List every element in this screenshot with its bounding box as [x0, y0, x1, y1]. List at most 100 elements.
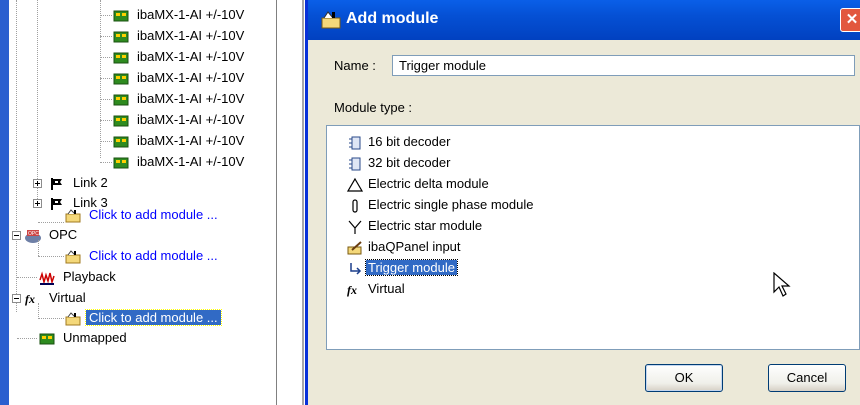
delta-icon — [347, 177, 363, 192]
dialog-titlebar[interactable]: Add module ✕ — [308, 0, 860, 40]
tree-item-playback[interactable]: Playback — [38, 266, 119, 287]
tree-item-add-module[interactable]: Click to add module ... — [64, 245, 221, 266]
tree-item-opc[interactable]: OPC OPC — [24, 224, 80, 245]
function-fx-icon: fx — [25, 292, 35, 306]
link-flag-icon — [51, 177, 62, 190]
module-type-option[interactable]: ibaQPanel input — [347, 237, 463, 257]
pane-separator — [277, 0, 304, 405]
tree-item-label: ibaMX-1-AI +/-10V — [137, 70, 245, 85]
option-label: Trigger module — [365, 259, 458, 276]
close-button[interactable]: ✕ — [840, 8, 860, 32]
option-label: ibaQPanel input — [368, 239, 461, 254]
tree-item-label: Click to add module ... — [85, 309, 222, 326]
mouse-cursor-icon — [773, 272, 791, 297]
option-label: Virtual — [368, 281, 405, 296]
tree-item-link-2[interactable]: Link 2 — [48, 172, 111, 193]
tree-connector — [38, 222, 64, 223]
tree-item-ibamx[interactable]: ibaMX-1-AI +/-10V — [100, 151, 247, 172]
trigger-arrow-icon — [350, 262, 362, 275]
opc-server-icon: OPC — [25, 229, 41, 243]
tree-item-label: Click to add module ... — [89, 248, 218, 263]
add-module-icon — [65, 208, 81, 223]
module-type-option[interactable]: Electric delta module — [347, 174, 491, 194]
tree-item-ibamx[interactable]: ibaMX-1-AI +/-10V — [100, 25, 247, 46]
module-chip-icon — [113, 73, 129, 85]
module-chip-icon — [113, 31, 129, 43]
tree-connector — [17, 338, 37, 339]
module-type-option[interactable]: Electric single phase module — [347, 195, 535, 215]
module-type-option[interactable]: Electric star module — [347, 216, 484, 236]
tree-connector — [17, 277, 37, 278]
tree-connector — [37, 0, 38, 205]
tree-item-label: ibaMX-1-AI +/-10V — [137, 49, 245, 64]
tree-item-label: ibaMX-1-AI +/-10V — [137, 7, 245, 22]
expand-link2-toggle[interactable] — [33, 179, 42, 188]
playback-icon — [39, 270, 55, 285]
tree-item-ibamx[interactable]: ibaMX-1-AI +/-10V — [100, 130, 247, 151]
tree-left-border — [0, 0, 9, 405]
tree-connector — [38, 256, 64, 257]
star-icon — [348, 220, 362, 234]
tree-item-label: Playback — [63, 269, 116, 284]
tree-view[interactable]: ibaMX-1-AI +/-10V ibaMX-1-AI +/-10V ibaM… — [0, 0, 277, 405]
module-type-option[interactable]: fx Virtual — [347, 279, 407, 299]
option-label: Electric delta module — [368, 176, 489, 191]
tree-item-add-module[interactable]: Click to add module ... — [64, 204, 221, 225]
module-chip-icon — [113, 115, 129, 127]
collapse-opc-toggle[interactable] — [12, 231, 21, 240]
tree-item-label: Click to add module ... — [89, 207, 218, 222]
decoder-icon — [349, 157, 361, 171]
tree-item-ibamx[interactable]: ibaMX-1-AI +/-10V — [100, 46, 247, 67]
tree-item-label: ibaMX-1-AI +/-10V — [137, 133, 245, 148]
module-type-option[interactable]: 16 bit decoder — [347, 132, 452, 152]
option-label: 32 bit decoder — [368, 155, 451, 170]
add-module-icon — [321, 11, 341, 29]
svg-text:fx: fx — [347, 283, 357, 297]
tree-item-label: ibaMX-1-AI +/-10V — [137, 28, 245, 43]
dialog-title: Add module — [346, 10, 439, 27]
function-fx-icon: fx — [347, 283, 357, 297]
tree-connector — [16, 0, 17, 312]
module-type-option[interactable]: 32 bit decoder — [347, 153, 452, 173]
tree-connector — [38, 240, 39, 256]
option-label: 16 bit decoder — [368, 134, 451, 149]
add-module-dialog: Add module ✕ Name : Trigger module Modul… — [305, 0, 860, 405]
module-chip-icon — [113, 52, 129, 64]
tree-item-label: OPC — [49, 227, 78, 242]
module-chip-icon — [39, 333, 55, 345]
tree-item-label: Unmapped — [63, 330, 127, 345]
add-module-icon — [65, 311, 81, 326]
ok-button[interactable]: OK — [645, 364, 723, 392]
tree-connector — [38, 303, 39, 319]
tree-item-label: ibaMX-1-AI +/-10V — [137, 112, 245, 127]
tree-item-ibamx[interactable]: ibaMX-1-AI +/-10V — [100, 4, 247, 25]
svg-text:OPC: OPC — [28, 231, 39, 237]
tree-item-add-module-selected[interactable]: Click to add module ... — [64, 307, 222, 328]
option-label: Electric star module — [368, 218, 483, 233]
name-input[interactable]: Trigger module — [392, 55, 855, 76]
tree-item-label: Virtual — [49, 290, 86, 305]
collapse-virtual-toggle[interactable] — [12, 294, 21, 303]
expand-link3-toggle[interactable] — [33, 199, 42, 208]
tree-connector — [38, 318, 64, 319]
module-type-list[interactable]: 16 bit decoder 32 bit decoder Electric d… — [326, 125, 860, 350]
tree-item-ibamx[interactable]: ibaMX-1-AI +/-10V — [100, 88, 247, 109]
single-phase-icon — [352, 198, 358, 213]
add-module-icon — [65, 249, 81, 264]
tree-item-virtual[interactable]: fx Virtual — [24, 287, 89, 308]
tree-item-ibamx[interactable]: ibaMX-1-AI +/-10V — [100, 67, 247, 88]
module-type-option-selected[interactable]: Trigger module — [347, 258, 458, 278]
module-chip-icon — [113, 136, 129, 148]
tree-item-ibamx[interactable]: ibaMX-1-AI +/-10V — [100, 109, 247, 130]
name-label: Name : — [334, 58, 376, 73]
module-chip-icon — [113, 157, 129, 169]
cancel-button[interactable]: Cancel — [768, 364, 846, 392]
option-label: Electric single phase module — [368, 197, 534, 212]
module-type-label: Module type : — [334, 100, 413, 115]
tree-item-label: Link 2 — [73, 175, 108, 190]
module-chip-icon — [113, 10, 129, 22]
tree-item-unmapped[interactable]: Unmapped — [38, 327, 130, 348]
decoder-icon — [349, 136, 361, 150]
svg-text:fx: fx — [25, 292, 35, 306]
qpanel-icon — [347, 240, 362, 255]
